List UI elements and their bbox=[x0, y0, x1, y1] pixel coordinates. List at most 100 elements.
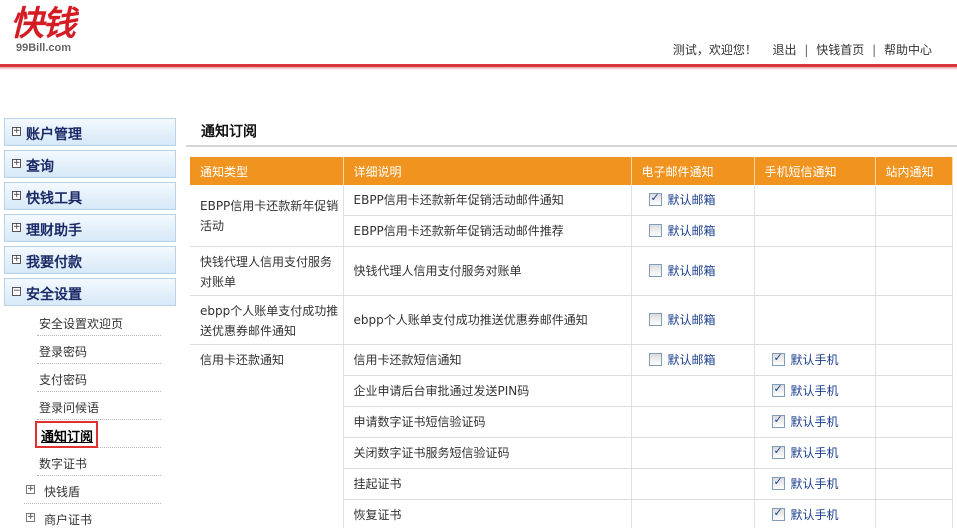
type-cell: ebpp个人账单支付成功推送优惠券邮件通知 bbox=[190, 295, 344, 345]
site-cell bbox=[875, 468, 953, 500]
logout-link[interactable]: 退出 bbox=[773, 43, 797, 57]
top-nav: 测试，欢迎您！ 退出 | 快钱首页 | 帮助中心 bbox=[673, 41, 932, 58]
submenu-usb-key[interactable]: + 快钱盾 bbox=[24, 476, 161, 504]
email-option: 默认邮箱 bbox=[648, 224, 716, 238]
checkbox-label[interactable]: 默认手机 bbox=[791, 508, 839, 522]
table-row: 信用卡还款通知 信用卡还款短信通知 默认邮箱 默认手机 bbox=[190, 344, 953, 528]
menu-account[interactable]: + 账户管理 bbox=[4, 118, 176, 146]
site-cell bbox=[875, 499, 953, 528]
email-checkbox[interactable] bbox=[648, 264, 662, 277]
submenu-label: 数字证书 bbox=[39, 457, 88, 471]
site-cell bbox=[875, 406, 953, 438]
email-checkbox[interactable] bbox=[648, 191, 662, 207]
submenu-notification-subscription[interactable]: 通知订阅 bbox=[35, 420, 161, 448]
type-cell: EBPP信用卡还款新年促销活动 bbox=[190, 185, 344, 247]
site-cell bbox=[875, 375, 953, 407]
column-header: 电子邮件通知 bbox=[631, 157, 755, 185]
site-cell bbox=[875, 344, 953, 376]
expand-icon[interactable]: + bbox=[12, 127, 21, 136]
sms-checkbox[interactable] bbox=[771, 506, 785, 521]
menu-finance[interactable]: + 理财助手 bbox=[4, 214, 176, 242]
checkbox-label[interactable]: 默认邮箱 bbox=[668, 193, 716, 207]
checkbox-label[interactable]: 默认邮箱 bbox=[668, 264, 716, 278]
submenu-payment-password[interactable]: 支付密码 bbox=[37, 364, 161, 392]
site-cell bbox=[875, 437, 953, 469]
sms-option: 默认手机 bbox=[771, 506, 839, 522]
table-row: EBPP信用卡还款新年促销活动 EBPP信用卡还款新年促销活动邮件通知 默认邮箱 bbox=[190, 185, 953, 247]
table-row: ebpp个人账单支付成功推送优惠券邮件通知 ebpp个人账单支付成功推送优惠券邮… bbox=[190, 295, 953, 345]
sms-checkbox[interactable] bbox=[771, 475, 785, 490]
menu-label: 理财助手 bbox=[26, 223, 82, 239]
expand-icon[interactable]: + bbox=[26, 485, 35, 494]
menu-tools[interactable]: + 快钱工具 bbox=[4, 182, 176, 210]
email-checkbox[interactable] bbox=[648, 224, 662, 237]
greeting-text: 测试，欢迎您！ bbox=[672, 43, 757, 57]
menu-security[interactable]: − 安全设置 bbox=[4, 278, 176, 306]
sms-checkbox[interactable] bbox=[771, 382, 785, 397]
logo-subtext: 99Bill.com bbox=[16, 42, 72, 54]
detail-cell: 申请数字证书短信验证码 bbox=[343, 406, 632, 438]
detail-cell: 挂起证书 bbox=[343, 468, 632, 500]
site-cell bbox=[875, 295, 953, 345]
submenu-digital-certificate[interactable]: 数字证书 bbox=[37, 448, 161, 476]
submenu-label: 支付密码 bbox=[39, 373, 88, 387]
expand-icon[interactable]: + bbox=[26, 513, 35, 522]
table-row: 快钱代理人信用支付服务对账单 快钱代理人信用支付服务对账单 默认邮箱 bbox=[190, 246, 953, 296]
checkbox-label[interactable]: 默认邮箱 bbox=[668, 313, 716, 327]
email-cell: 默认邮箱 bbox=[631, 295, 755, 345]
menu-payment[interactable]: + 我要付款 bbox=[4, 246, 176, 274]
submenu-security-welcome[interactable]: 安全设置欢迎页 bbox=[37, 308, 161, 336]
email-cell bbox=[631, 406, 755, 438]
collapse-icon[interactable]: − bbox=[12, 287, 21, 296]
submenu-login-password[interactable]: 登录密码 bbox=[37, 336, 161, 364]
email-cell bbox=[631, 499, 755, 528]
email-checkbox[interactable] bbox=[648, 353, 662, 366]
logo[interactable]: 快钱 99Bill.com bbox=[10, 2, 120, 62]
home-link[interactable]: 快钱首页 bbox=[816, 43, 864, 57]
submenu-label: 登录问候语 bbox=[39, 401, 100, 415]
checkbox-label[interactable]: 默认手机 bbox=[791, 384, 839, 398]
detail-cell: 关闭数字证书服务短信验证码 bbox=[343, 437, 632, 469]
menu-label: 我要付款 bbox=[26, 255, 82, 271]
menu-label: 快钱工具 bbox=[26, 191, 82, 207]
checkbox-label[interactable]: 默认手机 bbox=[791, 353, 839, 367]
sms-cell bbox=[754, 295, 876, 345]
expand-icon[interactable]: + bbox=[12, 191, 21, 200]
checkbox-label[interactable]: 默认手机 bbox=[791, 477, 839, 491]
sms-cell bbox=[754, 246, 876, 296]
expand-icon[interactable]: + bbox=[12, 255, 21, 264]
submenu-merchant-certificate[interactable]: + 商户证书 bbox=[24, 504, 161, 528]
sms-checkbox[interactable] bbox=[771, 413, 785, 428]
site-cell bbox=[875, 185, 953, 216]
sms-option: 默认手机 bbox=[771, 475, 839, 491]
sms-cell bbox=[754, 215, 876, 247]
checkbox-label[interactable]: 默认手机 bbox=[791, 415, 839, 429]
checkbox-label[interactable]: 默认手机 bbox=[791, 446, 839, 460]
column-header: 站内通知 bbox=[875, 157, 953, 185]
detail-cell: ebpp个人账单支付成功推送优惠券邮件通知 bbox=[343, 295, 632, 345]
email-checkbox[interactable] bbox=[648, 313, 662, 326]
column-header: 手机短信通知 bbox=[754, 157, 876, 185]
sms-option: 默认手机 bbox=[771, 413, 839, 429]
site-cell bbox=[875, 246, 953, 296]
expand-icon[interactable]: + bbox=[12, 223, 21, 232]
checkbox-label[interactable]: 默认邮箱 bbox=[668, 353, 716, 367]
submenu-login-greeting[interactable]: 登录问候语 bbox=[37, 392, 161, 420]
help-link[interactable]: 帮助中心 bbox=[884, 43, 932, 57]
checkbox-label[interactable]: 默认邮箱 bbox=[668, 224, 716, 238]
detail-cell: 信用卡还款短信通知 bbox=[343, 344, 632, 376]
email-cell bbox=[631, 375, 755, 407]
expand-icon[interactable]: + bbox=[12, 159, 21, 168]
column-header: 通知类型 bbox=[190, 157, 344, 185]
sms-checkbox[interactable] bbox=[771, 444, 785, 459]
type-cell: 快钱代理人信用支付服务对账单 bbox=[190, 246, 344, 296]
sms-cell: 默认手机 bbox=[754, 499, 876, 528]
sms-option: 默认手机 bbox=[771, 382, 839, 398]
detail-cell: 恢复证书 bbox=[343, 499, 632, 528]
email-cell: 默认邮箱 bbox=[631, 185, 755, 216]
logo-text: 快钱 bbox=[10, 4, 76, 44]
menu-query[interactable]: + 查询 bbox=[4, 150, 176, 178]
submenu-label: 安全设置欢迎页 bbox=[39, 317, 124, 331]
email-option: 默认邮箱 bbox=[648, 191, 716, 207]
sms-checkbox[interactable] bbox=[771, 351, 785, 366]
